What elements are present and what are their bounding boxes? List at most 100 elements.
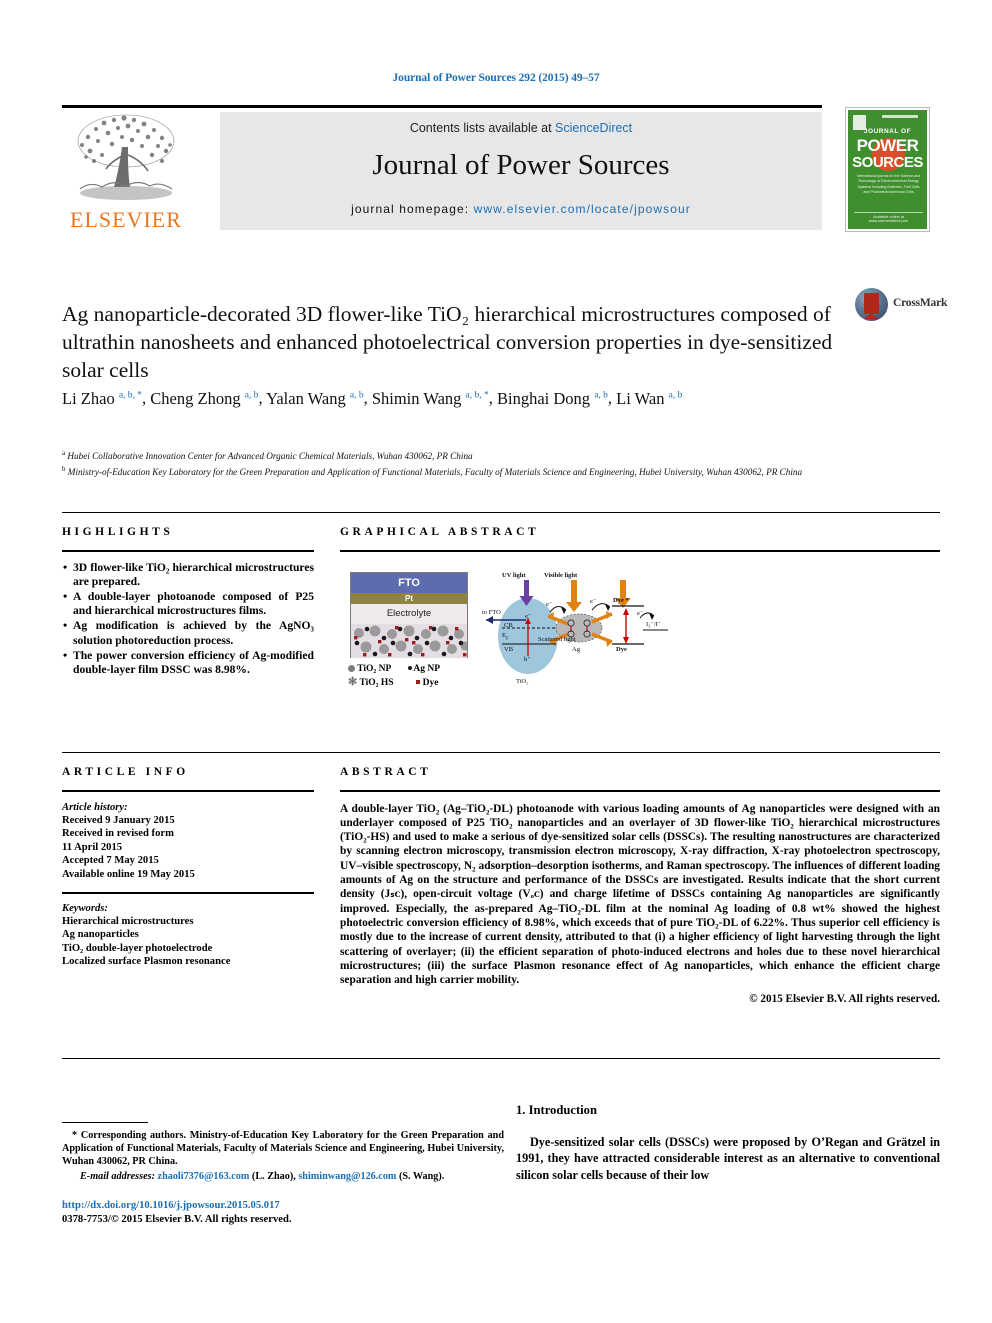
- email-label: E-mail addresses:: [80, 1170, 155, 1182]
- contents-line: Contents lists available at ScienceDirec…: [220, 121, 822, 135]
- journal-cover-thumbnail: JOURNAL OF POWER SOURCES International j…: [845, 107, 930, 232]
- history-item: 11 April 2015: [62, 841, 123, 853]
- abstract-section: ABSTRACT A double-layer TiO₂ (Ag–TiO₂-DL…: [340, 766, 940, 1005]
- schematic-pt-layer: Pt: [351, 592, 467, 604]
- article-info-rule: [62, 790, 314, 792]
- graphical-abstract-section: GRAPHICAL ABSTRACT FTO Pt Electrolyte Ti…: [340, 526, 940, 696]
- cb-label: CB: [504, 621, 513, 629]
- contents-prefix: Contents lists available at: [409, 121, 556, 135]
- page-title: Ag nanoparticle-decorated 3D flower-like…: [62, 302, 833, 383]
- keyword-item: Localized surface Plasmon resonance: [62, 956, 231, 968]
- graphical-abstract-rule: [340, 550, 940, 552]
- running-head: Journal of Power Sources 292 (2015) 49–5…: [392, 72, 600, 84]
- highlights-section: HIGHLIGHTS 3D flower-like TiO₂ hierarchi…: [62, 526, 314, 678]
- keywords-heading: Keywords:: [62, 902, 108, 914]
- abstract-rule: [340, 790, 940, 792]
- nanoparticle-pattern-icon: [354, 625, 467, 656]
- crossmark-badge[interactable]: CrossMark: [855, 288, 947, 322]
- section-divider-top: [62, 512, 940, 513]
- list-item: 3D flower-like TiO₂ hierarchical microst…: [62, 560, 314, 589]
- sciencedirect-link[interactable]: ScienceDirect: [555, 121, 632, 135]
- elsevier-logo: ELSEVIER: [62, 111, 190, 235]
- history-item: Available online 19 May 2015: [62, 868, 195, 880]
- highlights-label: HIGHLIGHTS: [62, 526, 174, 538]
- abstract-text: A double-layer TiO₂ (Ag–TiO₂-DL) photoan…: [340, 802, 940, 987]
- list-item: The power conversion efficiency of Ag-mo…: [62, 648, 314, 677]
- author-item: Shimin Wang a, b, *: [372, 389, 489, 408]
- footnote-section: * Corresponding authors. Ministry-of-Edu…: [62, 1122, 504, 1227]
- electron-label-3: e⁻: [590, 597, 597, 605]
- homepage-label: journal homepage:: [351, 202, 470, 216]
- author-item: Li Zhao a, b, *: [62, 389, 142, 408]
- author-item: Li Wan a, b: [616, 389, 682, 408]
- redox-label: I₃⁻/I⁻: [646, 620, 662, 628]
- author-list: Li Zhao a, b, *, Cheng Zhong a, b, Yalan…: [62, 384, 882, 410]
- article-info-label: ARTICLE INFO: [62, 766, 189, 778]
- history-item: Accepted 7 May 2015: [62, 855, 159, 867]
- crossmark-label: CrossMark: [893, 297, 948, 309]
- author-name: Li Zhao: [62, 388, 115, 408]
- doi-link[interactable]: http://dx.doi.org/10.1016/j.jpowsour.201…: [62, 1199, 504, 1213]
- dye-excited-label: Dye *: [613, 596, 629, 604]
- section-divider-bottom: [62, 1058, 940, 1059]
- author-affil-marks: a, b, *: [465, 390, 489, 400]
- title-block: Ag nanoparticle-decorated 3D flower-like…: [62, 286, 852, 399]
- elsevier-wordmark: ELSEVIER: [70, 207, 182, 232]
- journal-homepage-line: journal homepage: www.elsevier.com/locat…: [220, 202, 822, 216]
- corresponding-author-note: * Corresponding authors. Ministry-of-Edu…: [62, 1129, 504, 1169]
- cover-top-rule: [882, 115, 918, 118]
- author-affil-marks: a, b: [349, 390, 364, 400]
- to-fto-label: to FTO: [482, 608, 501, 616]
- black-dot-icon: [407, 666, 412, 671]
- author-name: Binghai Dong: [497, 388, 591, 408]
- article-history-heading: Article history:: [62, 801, 128, 813]
- email-link-1[interactable]: zhaoli7376@163.com: [158, 1171, 250, 1182]
- schematic-nanoparticle-layer: [351, 623, 467, 658]
- corresponding-text: * Corresponding authors. Ministry-of-Edu…: [62, 1130, 504, 1168]
- star-icon: ✻: [348, 675, 358, 688]
- scattered-light-label: Scattered light: [538, 635, 576, 643]
- red-square-icon: [416, 680, 421, 685]
- keyword-item: TiO₂ double-layer photoelectrode: [62, 942, 213, 954]
- figure-legend: TiO₂ NP Ag NP ✻ TiO₂ HS Dye: [348, 662, 498, 690]
- uv-light-label: UV light: [502, 571, 526, 579]
- issn-copyright: 0378-7753/© 2015 Elsevier B.V. All right…: [62, 1213, 292, 1225]
- email-owner-1: (L. Zhao),: [251, 1170, 296, 1182]
- email-link-2[interactable]: shiminwang@126.com: [298, 1171, 396, 1182]
- electron-label-2: e⁻: [546, 600, 553, 608]
- cover-footer-rule: [854, 212, 923, 213]
- energy-level-diagram: UV light Visible light to FTO CB EF VB e…: [480, 566, 670, 696]
- highlights-list: 3D flower-like TiO₂ hierarchical microst…: [62, 560, 314, 678]
- list-item: A double-layer photoanode composed of P2…: [62, 589, 314, 618]
- paper-page: Journal of Power Sources 292 (2015) 49–5…: [0, 0, 992, 1323]
- keyword-item: Hierarchical microstructures: [62, 916, 194, 928]
- history-item: Received in revised form: [62, 828, 174, 840]
- author-item: Yalan Wang a, b: [266, 389, 364, 408]
- highlights-rule: [62, 550, 314, 552]
- author-name: Cheng Zhong: [150, 388, 241, 408]
- author-name: Shimin Wang: [371, 388, 462, 408]
- list-item: Ag modification is achieved by the AgNO₃…: [62, 618, 314, 647]
- history-item: Received 9 January 2015: [62, 815, 175, 826]
- author-sep: ,: [607, 388, 617, 408]
- schematic-fto-layer: FTO: [351, 572, 467, 593]
- homepage-url[interactable]: www.elsevier.com/locate/jpowsour: [474, 202, 691, 216]
- journal-title: Journal of Power Sources: [372, 149, 670, 181]
- cover-line1: JOURNAL OF: [863, 128, 912, 135]
- article-info-section: ARTICLE INFO Article history: Received 9…: [62, 766, 314, 969]
- cover-footer: Available online at www.sciencedirect.co…: [868, 215, 909, 223]
- electron-label: e⁻: [525, 612, 532, 620]
- legend-row: ✻ TiO₂ HS Dye: [348, 676, 498, 690]
- abstract-label: ABSTRACT: [340, 766, 432, 778]
- affiliation-mark: a: [62, 449, 66, 457]
- electron-label-4: e⁻: [637, 609, 644, 617]
- legend-label: Dye: [422, 677, 439, 688]
- device-schematic: FTO Pt Electrolyte: [350, 571, 468, 658]
- author-sep: ,: [363, 388, 372, 408]
- introduction-heading: 1. Introduction: [516, 1103, 597, 1117]
- journal-masthead: ELSEVIER Contents lists available at Sci…: [62, 105, 930, 235]
- keywords-block: Keywords: Hierarchical microstructures A…: [62, 902, 314, 969]
- cover-line2: POWER: [856, 136, 919, 155]
- hole-label: h⁺: [524, 655, 531, 663]
- author-item: Binghai Dong a, b: [497, 389, 608, 408]
